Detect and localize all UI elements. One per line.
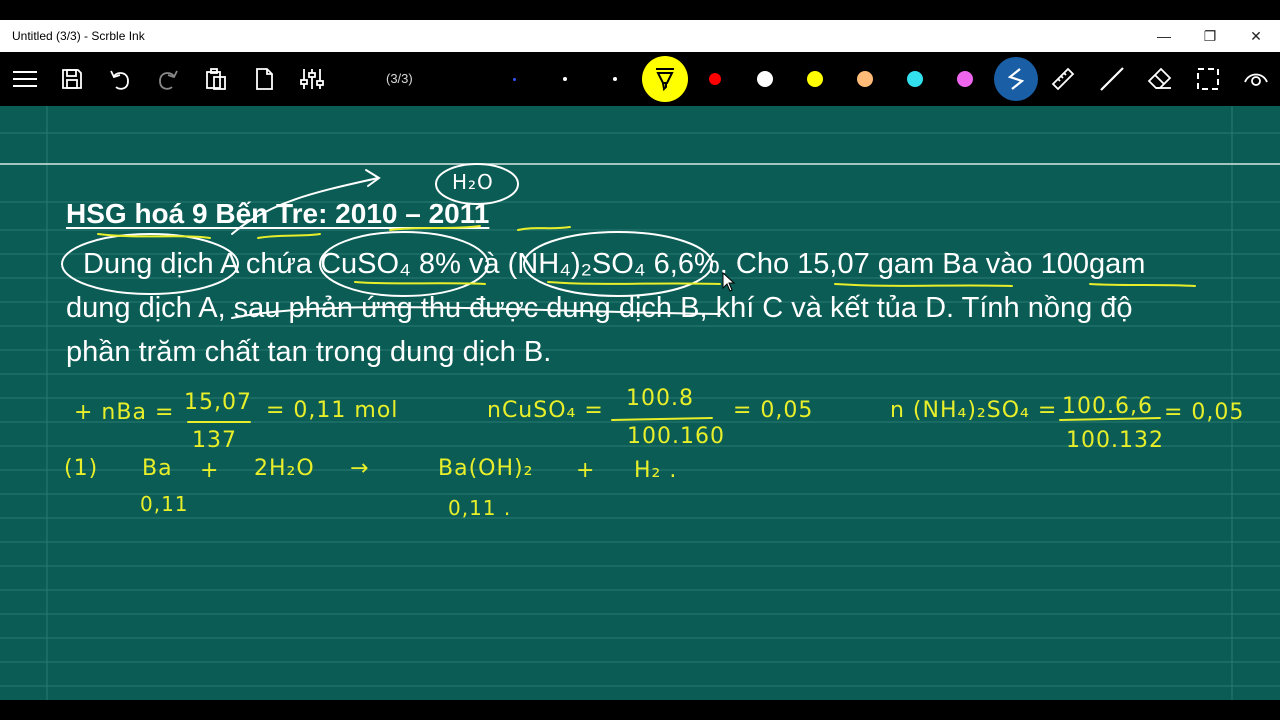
select-icon[interactable]: [1189, 60, 1227, 98]
nnh4so4-denominator: 100.132: [1066, 428, 1164, 453]
pen-size-small[interactable]: [513, 78, 516, 81]
page-indicator: (3/3): [386, 71, 413, 86]
equation-plus-2: +: [576, 458, 596, 483]
menu-icon[interactable]: [6, 60, 44, 98]
view-icon[interactable]: [1237, 60, 1275, 98]
pen-size-medium[interactable]: [563, 77, 567, 81]
equation-reactant-ba: Ba: [142, 456, 173, 481]
title-bar: Untitled (3/3) - Scrble Ink — ❐ ✕: [0, 20, 1280, 52]
equation-arrow: →: [350, 456, 370, 481]
pen-color-magenta[interactable]: [957, 71, 973, 87]
equation-product-h2: H₂ .: [634, 458, 678, 483]
nba-rhs: = 0,11 mol: [266, 398, 399, 423]
nnh4so4-lhs: n (NH₄)₂SO₄ =: [890, 398, 1058, 423]
ba-moles: 0,11: [140, 492, 189, 516]
pen-color-cyan[interactable]: [907, 71, 923, 87]
close-button[interactable]: ✕: [1233, 20, 1279, 52]
pen-color-red[interactable]: [709, 73, 721, 85]
undo-icon[interactable]: [101, 60, 139, 98]
baoh2-moles: 0,11 .: [448, 496, 512, 520]
nba-denominator: 137: [192, 428, 237, 453]
pen-color-white[interactable]: [757, 71, 773, 87]
equation-plus-1: +: [200, 458, 220, 483]
pen-color-yellow[interactable]: [807, 71, 823, 87]
pen-size-large[interactable]: [613, 77, 617, 81]
mouse-cursor-icon: [722, 272, 736, 292]
ncuso4-denominator: 100.160: [627, 424, 725, 449]
equation-reactant-water: 2H₂O: [254, 456, 315, 481]
nnh4so4-rhs: = 0,05: [1164, 400, 1245, 425]
save-icon[interactable]: [53, 60, 91, 98]
restore-button[interactable]: ❐: [1187, 20, 1233, 52]
bottom-bar: [0, 700, 1280, 720]
pen-icon[interactable]: [994, 57, 1038, 101]
equation-product-baoh2: Ba(OH)₂: [438, 456, 534, 481]
ink-canvas[interactable]: HSG hoá 9 Bến Tre: 2010 – 2011 Dung dịch…: [0, 106, 1280, 700]
new-page-icon[interactable]: [245, 60, 283, 98]
nba-lhs: + nBa =: [74, 400, 175, 425]
redo-icon[interactable]: [149, 60, 187, 98]
ncuso4-numerator: 100.8: [626, 386, 694, 411]
equation-label: (1): [64, 456, 99, 481]
ruler-icon[interactable]: [1044, 60, 1082, 98]
window-title: Untitled (3/3) - Scrble Ink: [12, 29, 145, 43]
eraser-icon[interactable]: [1141, 60, 1179, 98]
highlighter-icon[interactable]: [642, 56, 688, 102]
ncuso4-rhs: = 0,05: [733, 398, 814, 423]
line-icon[interactable]: [1093, 60, 1131, 98]
ncuso4-lhs: nCuSO₄ =: [487, 398, 604, 423]
nnh4so4-numerator: 100.6,6: [1062, 394, 1153, 419]
toolbar: (3/3): [0, 52, 1280, 106]
nba-numerator: 15,07: [184, 390, 252, 415]
pen-color-peach[interactable]: [857, 71, 873, 87]
h2o-bubble-text: H₂O: [452, 170, 494, 194]
paste-icon[interactable]: [197, 60, 235, 98]
minimize-button[interactable]: —: [1141, 20, 1187, 52]
settings-sliders-icon[interactable]: [293, 60, 331, 98]
